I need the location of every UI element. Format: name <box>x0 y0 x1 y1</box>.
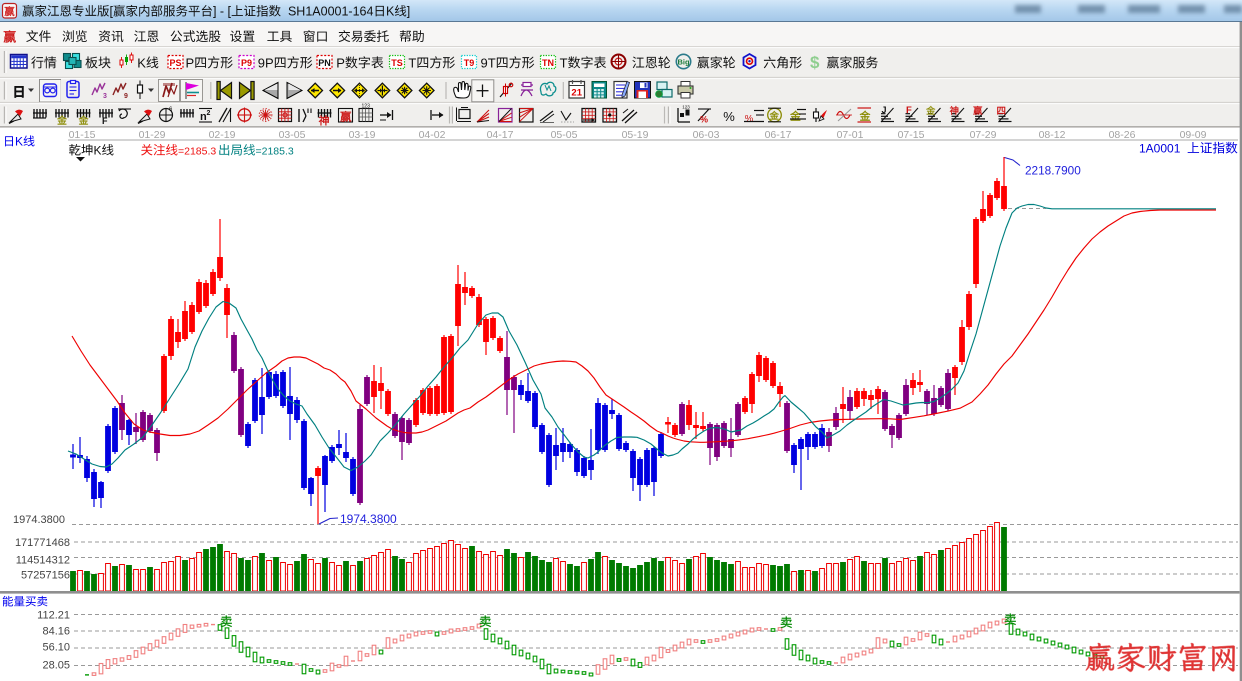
svg-text:1974.3800: 1974.3800 <box>13 514 65 526</box>
svg-text:] - [: ] - [ <box>213 5 232 19</box>
svg-text:1A0001: 1A0001 <box>1139 142 1181 156</box>
svg-text:PN: PN <box>318 58 331 68</box>
svg-text:K: K <box>137 55 146 70</box>
svg-text:Big: Big <box>677 58 690 67</box>
svg-text:114514312: 114514312 <box>16 555 70 567</box>
svg-text:1974.3800: 1974.3800 <box>340 512 397 526</box>
svg-text:P: P <box>186 55 195 70</box>
svg-text:112.21: 112.21 <box>37 610 70 622</box>
svg-text:9T: 9T <box>481 55 496 70</box>
svg-text:[: [ <box>110 5 114 19</box>
svg-text:2218.7900: 2218.7900 <box>1025 164 1081 178</box>
svg-text:05-05: 05-05 <box>551 129 578 141</box>
svg-text:08-26: 08-26 <box>1109 129 1136 141</box>
svg-text:=2185.3: =2185.3 <box>178 146 216 158</box>
svg-text:3: 3 <box>103 93 107 100</box>
svg-text:%: % <box>700 115 708 125</box>
svg-text:P: P <box>336 55 345 70</box>
svg-text:171771468: 171771468 <box>15 537 70 549</box>
svg-text:21: 21 <box>571 88 582 99</box>
svg-text:F: F <box>906 105 912 116</box>
svg-text:07-29: 07-29 <box>970 129 997 141</box>
svg-text:04-17: 04-17 <box>487 129 514 141</box>
svg-text:$: $ <box>810 53 820 72</box>
svg-text:=2185.3: =2185.3 <box>256 146 294 158</box>
svg-text:SH1A0001-164: SH1A0001-164 <box>288 5 374 19</box>
svg-text:TS: TS <box>391 58 403 68</box>
svg-text:123: 123 <box>362 104 371 110</box>
svg-text:123: 123 <box>682 105 690 110</box>
svg-text:07-15: 07-15 <box>898 129 925 141</box>
svg-text:K: K <box>386 5 395 19</box>
svg-text:57257156: 57257156 <box>21 570 70 582</box>
svg-text:06-17: 06-17 <box>765 129 792 141</box>
svg-text:PS: PS <box>169 58 181 68</box>
svg-text:9P: 9P <box>258 55 274 70</box>
svg-text:03-19: 03-19 <box>349 129 376 141</box>
svg-text:%: % <box>723 109 735 124</box>
svg-text:T9: T9 <box>464 58 475 68</box>
svg-text:J: J <box>882 105 887 115</box>
svg-text:TN: TN <box>542 58 554 68</box>
svg-text:T: T <box>560 55 568 70</box>
svg-text:04-02: 04-02 <box>419 129 446 141</box>
svg-text:02-19: 02-19 <box>209 129 236 141</box>
svg-text:P9: P9 <box>241 58 252 68</box>
svg-text:56.10: 56.10 <box>42 642 70 654</box>
svg-text:F: F <box>102 116 108 126</box>
svg-text:07-01: 07-01 <box>837 129 864 141</box>
svg-text:T: T <box>408 55 416 70</box>
svg-text:01-15: 01-15 <box>69 129 96 141</box>
svg-text:84.16: 84.16 <box>42 626 70 638</box>
svg-text:2: 2 <box>207 110 211 117</box>
svg-text:K: K <box>15 135 23 149</box>
svg-text:%: % <box>745 114 754 125</box>
svg-text:]: ] <box>407 5 410 19</box>
svg-text:9: 9 <box>124 93 128 100</box>
svg-text:06-03: 06-03 <box>693 129 720 141</box>
svg-text:01-29: 01-29 <box>139 129 166 141</box>
svg-text:08-12: 08-12 <box>1039 129 1066 141</box>
svg-text:K: K <box>94 144 102 158</box>
svg-text:09-09: 09-09 <box>1180 129 1207 141</box>
svg-text:05-19: 05-19 <box>622 129 649 141</box>
svg-text:28.05: 28.05 <box>42 660 70 672</box>
svg-text:03-05: 03-05 <box>279 129 306 141</box>
